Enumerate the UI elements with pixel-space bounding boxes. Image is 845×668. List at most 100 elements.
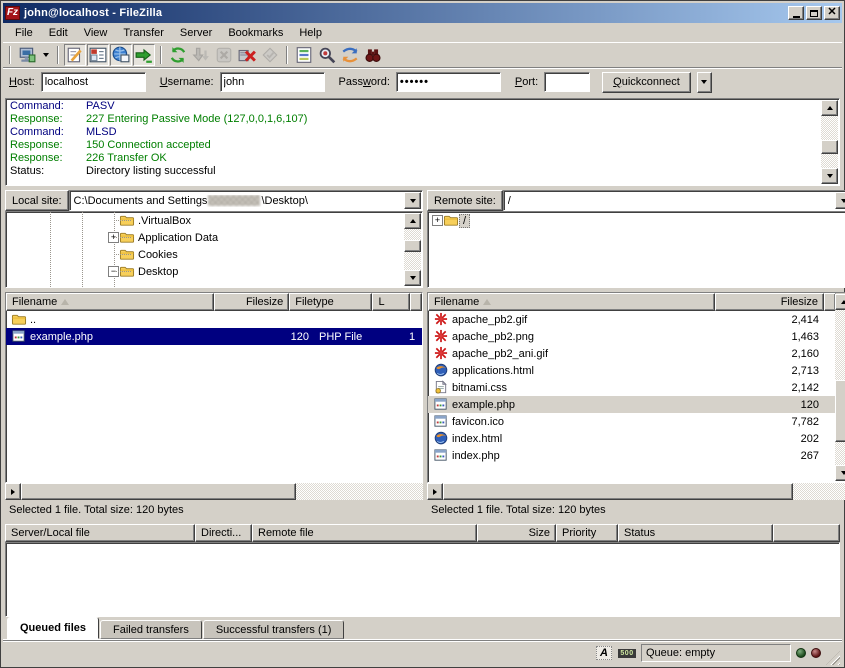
tree-item-root[interactable]: +/ (428, 212, 845, 229)
local-horizontal-scrollbar[interactable] (5, 483, 423, 500)
site-manager-button[interactable] (16, 44, 38, 66)
remote-horizontal-scrollbar[interactable] (427, 483, 845, 500)
password-input[interactable] (396, 72, 501, 92)
log-line-text: 150 Connection accepted (86, 139, 211, 151)
directory-comparison-button[interactable] (316, 44, 338, 66)
remote-site-dropdown[interactable] (835, 192, 845, 209)
remote-column-header-filename[interactable]: Filename (428, 293, 715, 311)
synchronized-browsing-button[interactable] (339, 44, 361, 66)
filter-icon (295, 46, 313, 64)
maximize-button[interactable] (806, 6, 822, 20)
port-input[interactable] (544, 72, 590, 92)
local-column-header-filetype[interactable]: Filetype (289, 293, 372, 311)
menu-view[interactable]: View (76, 25, 116, 41)
queue-column-header-remote-file[interactable]: Remote file (252, 524, 477, 542)
scroll-up-button[interactable] (821, 100, 838, 116)
remote-list-scrollbar[interactable] (835, 294, 845, 481)
remote-column-header-filesize[interactable]: Filesize (715, 293, 824, 311)
local-column-header-filename[interactable]: Filename (6, 293, 214, 311)
scroll-down-button[interactable] (835, 465, 845, 481)
menu-edit[interactable]: Edit (41, 25, 76, 41)
close-button[interactable]: ✕ (824, 6, 840, 20)
local-site-dropdown[interactable] (404, 192, 421, 209)
scrollbar-thumb[interactable] (821, 140, 838, 154)
file-row-applications-html[interactable]: applications.html2,713 (428, 362, 845, 379)
filter-button[interactable] (293, 44, 315, 66)
tree-item-cookies[interactable]: Cookies (6, 246, 422, 263)
menu-server[interactable]: Server (172, 25, 220, 41)
cancel-button (213, 44, 235, 66)
file-row-favicon-ico[interactable]: favicon.ico7,782 (428, 413, 845, 430)
tree-item-application-data[interactable]: +Application Data (6, 229, 422, 246)
queue-column-header-priority[interactable]: Priority (556, 524, 618, 542)
scrollbar-thumb[interactable] (21, 483, 296, 500)
close-icon: ✕ (827, 7, 836, 18)
remote-site-combo[interactable]: / (503, 190, 845, 211)
tree-connector (114, 271, 132, 272)
php-icon (11, 329, 27, 344)
tab-successful-transfers-1-[interactable]: Successful transfers (1) (203, 620, 345, 639)
log-line-type: Command: (10, 100, 86, 113)
sync-browse-icon (341, 46, 359, 64)
minimize-button[interactable] (788, 6, 804, 20)
file-row-example-php[interactable]: example.php120 (428, 396, 845, 413)
queue-column-header-directi-[interactable]: Directi... (195, 524, 252, 542)
file-row-apache-pb2-gif[interactable]: apache_pb2.gif2,414 (428, 311, 845, 328)
local-site-combo[interactable]: C:\Documents and Settings\Desktop\ (69, 190, 423, 211)
quickconnect-button[interactable]: Quickconnect (602, 72, 691, 93)
folder-icon (443, 213, 459, 228)
log-scrollbar[interactable] (821, 100, 838, 184)
file-row-apache-pb2-ani-gif[interactable]: apache_pb2_ani.gif2,160 (428, 345, 845, 362)
toggle-local-tree-button[interactable] (87, 44, 109, 66)
chevron-down-icon (43, 53, 49, 60)
scrollbar-thumb[interactable] (835, 380, 845, 442)
tree-item--virtualbox[interactable]: .VirtualBox (6, 212, 422, 229)
refresh-button[interactable] (167, 44, 189, 66)
remote-directory-tree: +/ (427, 211, 845, 288)
toggle-remote-tree-button[interactable] (110, 44, 132, 66)
expand-icon[interactable]: + (432, 215, 443, 226)
menu-transfer[interactable]: Transfer (115, 25, 172, 41)
scroll-up-button[interactable] (835, 294, 845, 310)
tab-failed-transfers[interactable]: Failed transfers (100, 620, 202, 639)
username-input[interactable] (220, 72, 325, 92)
file-row-index-php[interactable]: index.php267 (428, 447, 845, 464)
file-row-bitnami-css[interactable]: bitnami.css2,142 (428, 379, 845, 396)
local-column-header-l[interactable]: L (372, 293, 410, 311)
host-label: Host: (9, 76, 35, 88)
menu-bookmarks[interactable]: Bookmarks (220, 25, 291, 41)
queue-column-header-size[interactable]: Size (477, 524, 556, 542)
queue-column-header-fill[interactable] (773, 524, 840, 542)
tree-item-desktop[interactable]: −Desktop (6, 263, 422, 280)
site-manager-dropdown[interactable] (39, 44, 52, 66)
remote-pane: Remote site: / +/ FilenameFilesize apach… (427, 190, 845, 520)
local-status-text: Selected 1 file. Total size: 120 bytes (5, 500, 423, 520)
toggle-message-log-button[interactable] (64, 44, 86, 66)
speed-limit-icon[interactable]: 500 (618, 646, 636, 661)
queue-column-header-status[interactable]: Status (618, 524, 773, 542)
scroll-right-button[interactable] (5, 483, 21, 500)
local-column-header-filesize[interactable]: Filesize (214, 293, 289, 311)
quickconnect-dropdown[interactable] (697, 72, 712, 93)
file-row-example-php[interactable]: example.php120PHP File1 (6, 328, 422, 345)
file-row-apache-pb2-png[interactable]: apache_pb2.png1,463 (428, 328, 845, 345)
data-type-ascii-icon[interactable]: A (595, 646, 613, 661)
file-row--[interactable]: .. (6, 311, 422, 328)
file-name-cell: index.php (428, 448, 715, 463)
scrollbar-thumb[interactable] (443, 483, 793, 500)
queue-column-header-server-local-file[interactable]: Server/Local file (5, 524, 195, 542)
file-row-index-html[interactable]: index.html202 (428, 430, 845, 447)
scroll-down-button[interactable] (821, 168, 838, 184)
resize-grip[interactable] (826, 651, 840, 665)
compare-icon (318, 46, 336, 64)
toggle-queue-button[interactable] (133, 44, 155, 66)
tab-queued-files[interactable]: Queued files (7, 617, 99, 639)
tree-item-label: Desktop (135, 266, 181, 278)
menu-file[interactable]: File (7, 25, 41, 41)
host-input[interactable] (41, 72, 146, 92)
disconnect-button[interactable] (236, 44, 258, 66)
scroll-right-button[interactable] (427, 483, 443, 500)
menu-help[interactable]: Help (291, 25, 330, 41)
find-files-button[interactable] (362, 44, 384, 66)
remote-site-label: Remote site: (427, 190, 503, 211)
